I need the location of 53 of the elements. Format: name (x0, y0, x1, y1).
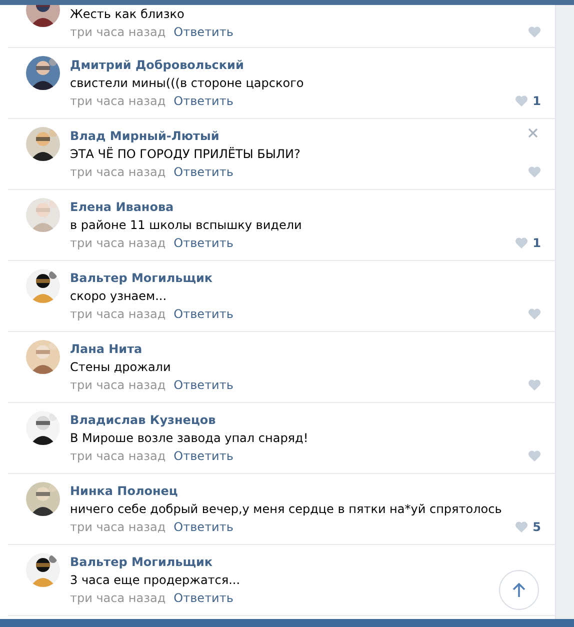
comment-text: ЭТА ЧЁ ПО ГОРОДУ ПРИЛЁТЫ БЫЛИ? (70, 146, 302, 163)
comment-time: три часа назад (70, 377, 166, 394)
like-button[interactable]: 5 (514, 520, 541, 534)
comment-time: три часа назад (70, 235, 166, 252)
author-name[interactable]: Нинка Полонец (70, 482, 541, 500)
reply-link[interactable]: Ответить (174, 163, 234, 181)
like-button[interactable]: 1 (514, 236, 541, 250)
author-name[interactable]: Елена Иванова (70, 198, 541, 216)
author-name[interactable]: Дмитрий Добровольский (70, 56, 541, 74)
like-button[interactable] (528, 166, 541, 178)
author-name[interactable]: Вальтер Могильщик (70, 553, 541, 571)
arrow-up-icon (512, 582, 526, 598)
heart-icon (514, 237, 528, 249)
comment-time: три часа назад (70, 448, 166, 465)
comment-text: В Мироше возле завода упал снаряд! (70, 430, 310, 447)
heart-icon (528, 308, 541, 320)
comment-text: Стены дрожали (70, 359, 172, 376)
reply-link[interactable]: Ответить (174, 447, 234, 465)
heart-icon (528, 26, 541, 38)
heart-icon (528, 379, 541, 391)
comment-text: ничего себе добрый вечер,у меня сердце в пятки на*уй спрятолось (70, 501, 503, 518)
reply-link[interactable]: Ответить (174, 23, 234, 41)
heart-icon (514, 521, 528, 533)
comment-text: в районе 11 школы вспышку видели (70, 217, 303, 234)
comment-time: три часа назад (70, 519, 166, 536)
author-name[interactable]: Владислав Кузнецов (70, 411, 541, 429)
comment-time: три часа назад (70, 590, 166, 607)
reply-link[interactable]: Ответить (174, 376, 234, 394)
heart-icon (514, 95, 528, 107)
author-name[interactable]: Лана Нита (70, 340, 541, 358)
author-name[interactable]: Вальтер Могильщик (70, 269, 541, 287)
heart-icon (528, 450, 541, 462)
close-icon[interactable] (527, 127, 539, 139)
like-button[interactable] (528, 26, 541, 38)
comment-text: свистели мины(((в стороне царского (70, 75, 305, 92)
comment-time: три часа назад (70, 164, 166, 181)
comment-text: 3 часа еще продержатся... (70, 572, 242, 589)
reply-link[interactable]: Ответить (174, 92, 234, 110)
like-button[interactable] (528, 379, 541, 391)
reply-link[interactable]: Ответить (174, 518, 234, 536)
like-button[interactable] (528, 308, 541, 320)
comment-text: скоро узнаем... (70, 288, 168, 305)
reply-link[interactable]: Ответить (174, 589, 234, 607)
author-name[interactable]: Влад Мирный-Лютый (70, 127, 541, 145)
heart-icon (528, 166, 541, 178)
reply-link[interactable]: Ответить (174, 305, 234, 323)
comment-text: Жесть как близко (70, 6, 186, 23)
comment-time: три часа назад (70, 24, 166, 41)
like-button[interactable] (528, 450, 541, 462)
comment-time: три часа назад (70, 93, 166, 110)
reply-link[interactable]: Ответить (174, 234, 234, 252)
like-button[interactable]: 1 (514, 94, 541, 108)
comment-time: три часа назад (70, 306, 166, 323)
